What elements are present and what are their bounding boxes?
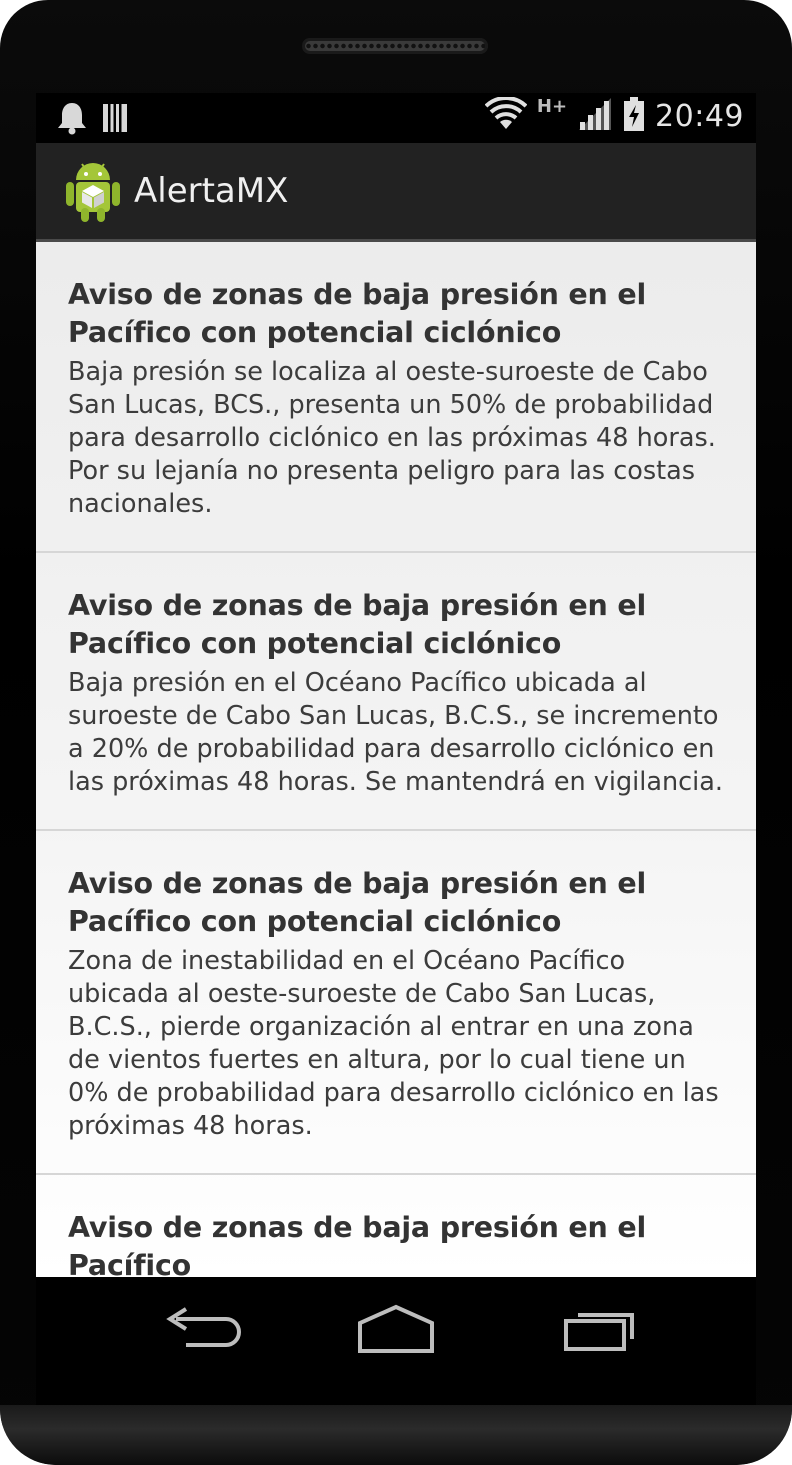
alert-item[interactable]: Aviso de zonas de baja presión en el Pac… [36,553,756,831]
alert-body: Baja presión se localiza al oeste-suroes… [68,357,716,519]
battery-charging-icon [623,97,645,135]
network-type-label: H+ [536,95,568,117]
status-clock: 20:49 [655,98,744,134]
alert-item[interactable]: Aviso de zonas de baja presión en el Pac… [36,1175,756,1277]
phone-frame: H+ 20:49 AlertaMX Aviso de zonas de baja… [0,0,792,1465]
screen: H+ 20:49 AlertaMX Aviso de zonas de baja… [36,93,756,1277]
alert-body: Baja presión en el Océano Pacífico ubica… [68,668,723,797]
speaker-grille [302,38,488,54]
recent-apps-icon[interactable] [544,1301,654,1361]
alert-title: Aviso de zonas de baja presión en el Pac… [68,589,647,660]
android-app-icon[interactable] [64,158,122,224]
alert-item[interactable]: Aviso de zonas de baja presión en el Pac… [36,831,756,1175]
status-bar: H+ 20:49 [36,93,756,143]
home-icon[interactable] [341,1301,451,1361]
wifi-icon [484,96,528,135]
alerts-list: Aviso de zonas de baja presión en el Pac… [36,242,756,1277]
notification-bell-icon [56,101,88,139]
navigation-bar [36,1277,756,1405]
app-title: AlertaMX [134,171,289,211]
back-icon[interactable] [156,1301,266,1361]
alert-title: Aviso de zonas de baja presión en el Pac… [68,1211,647,1277]
action-bar: AlertaMX [36,143,756,242]
cell-signal-icon [577,98,613,134]
alert-title: Aviso de zonas de baja presión en el Pac… [68,867,647,938]
alert-title: Aviso de zonas de baja presión en el Pac… [68,278,647,349]
storage-icon [102,102,128,138]
alert-item[interactable]: Aviso de zonas de baja presión en el Pac… [36,242,756,553]
alert-body: Zona de inestabilidad en el Océano Pacíf… [68,946,719,1141]
